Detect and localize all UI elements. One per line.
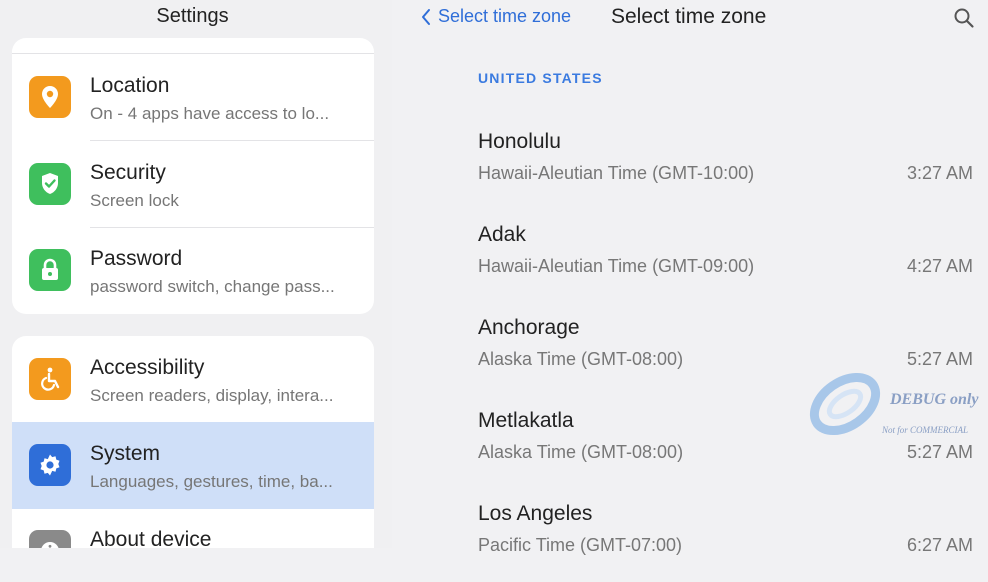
zone-description: Alaska Time (GMT-08:00) bbox=[478, 442, 684, 462]
city-name: Los Angeles bbox=[478, 502, 593, 525]
sidebar-item-subtitle: Screen lock bbox=[90, 191, 179, 210]
settings-title: Settings bbox=[156, 5, 229, 27]
shield-check-icon bbox=[29, 163, 71, 205]
city-name: Adak bbox=[478, 223, 526, 246]
settings-sidebar: Settings Location On - 4 apps have acces… bbox=[0, 0, 392, 548]
info-icon bbox=[29, 530, 71, 548]
time-zone-row[interactable]: Honolulu Hawaii-Aleutian Time (GMT-10:00… bbox=[478, 130, 978, 210]
city-name: Honolulu bbox=[478, 130, 561, 153]
local-time: 6:27 AM bbox=[906, 535, 973, 555]
sidebar-item-label: Location bbox=[90, 74, 170, 97]
settings-card-2: Accessibility Screen readers, display, i… bbox=[12, 336, 374, 548]
sidebar-item-system[interactable]: System Languages, gestures, time, ba... bbox=[12, 422, 374, 509]
chevron-left-icon bbox=[422, 8, 430, 25]
city-name: Anchorage bbox=[478, 316, 580, 339]
sidebar-item-label: About device bbox=[90, 528, 212, 548]
time-zone-row[interactable]: Anchorage Alaska Time (GMT-08:00) 5:27 A… bbox=[478, 316, 978, 396]
local-time: 5:27 AM bbox=[906, 349, 973, 369]
accessibility-icon bbox=[29, 358, 71, 400]
zone-description: Hawaii-Aleutian Time (GMT-09:00) bbox=[478, 256, 755, 276]
zone-description: Alaska Time (GMT-08:00) bbox=[478, 349, 684, 369]
sidebar-item-password[interactable]: Password password switch, change pass... bbox=[12, 227, 374, 314]
sidebar-item-about-device[interactable]: About device bbox=[12, 508, 374, 548]
sidebar-item-label: System bbox=[90, 442, 161, 465]
zone-description: Pacific Time (GMT-07:00) bbox=[478, 535, 683, 555]
settings-card-1: Location On - 4 apps have access to lo..… bbox=[12, 38, 374, 314]
sidebar-item-subtitle: password switch, change pass... bbox=[90, 277, 335, 296]
page-title: Select time zone bbox=[611, 5, 767, 28]
sidebar-item-location[interactable]: Location On - 4 apps have access to lo..… bbox=[12, 54, 374, 141]
local-time: 3:27 AM bbox=[906, 163, 973, 183]
back-button[interactable]: Select time zone bbox=[420, 6, 571, 27]
gear-icon bbox=[29, 444, 71, 486]
time-zone-row[interactable]: Los Angeles Pacific Time (GMT-07:00) 6:2… bbox=[478, 502, 978, 582]
search-icon[interactable] bbox=[952, 6, 976, 30]
city-name: Metlakatla bbox=[478, 409, 574, 432]
location-pin-icon bbox=[29, 76, 71, 118]
time-zone-row[interactable]: Metlakatla Alaska Time (GMT-08:00) 5:27 … bbox=[478, 409, 978, 489]
sidebar-item-subtitle: On - 4 apps have access to lo... bbox=[90, 104, 330, 123]
sidebar-item-label: Accessibility bbox=[90, 356, 205, 379]
time-zone-row[interactable]: Adak Hawaii-Aleutian Time (GMT-09:00) 4:… bbox=[478, 223, 978, 303]
local-time: 4:27 AM bbox=[906, 256, 973, 276]
time-zone-pane: Select time zone Select time zone UNITED… bbox=[392, 0, 988, 555]
sidebar-item-subtitle: Screen readers, display, intera... bbox=[90, 386, 334, 405]
lock-icon bbox=[29, 249, 71, 291]
zone-description: Hawaii-Aleutian Time (GMT-10:00) bbox=[478, 163, 755, 183]
sidebar-item-accessibility[interactable]: Accessibility Screen readers, display, i… bbox=[12, 336, 374, 423]
section-header: UNITED STATES bbox=[478, 70, 603, 86]
local-time: 5:27 AM bbox=[906, 442, 973, 462]
sidebar-item-security[interactable]: Security Screen lock bbox=[12, 141, 374, 228]
sidebar-item-label: Security bbox=[90, 161, 166, 184]
sidebar-item-label: Password bbox=[90, 247, 183, 270]
sidebar-item-subtitle: Languages, gestures, time, ba... bbox=[90, 472, 333, 491]
back-button-label: Select time zone bbox=[438, 6, 572, 26]
